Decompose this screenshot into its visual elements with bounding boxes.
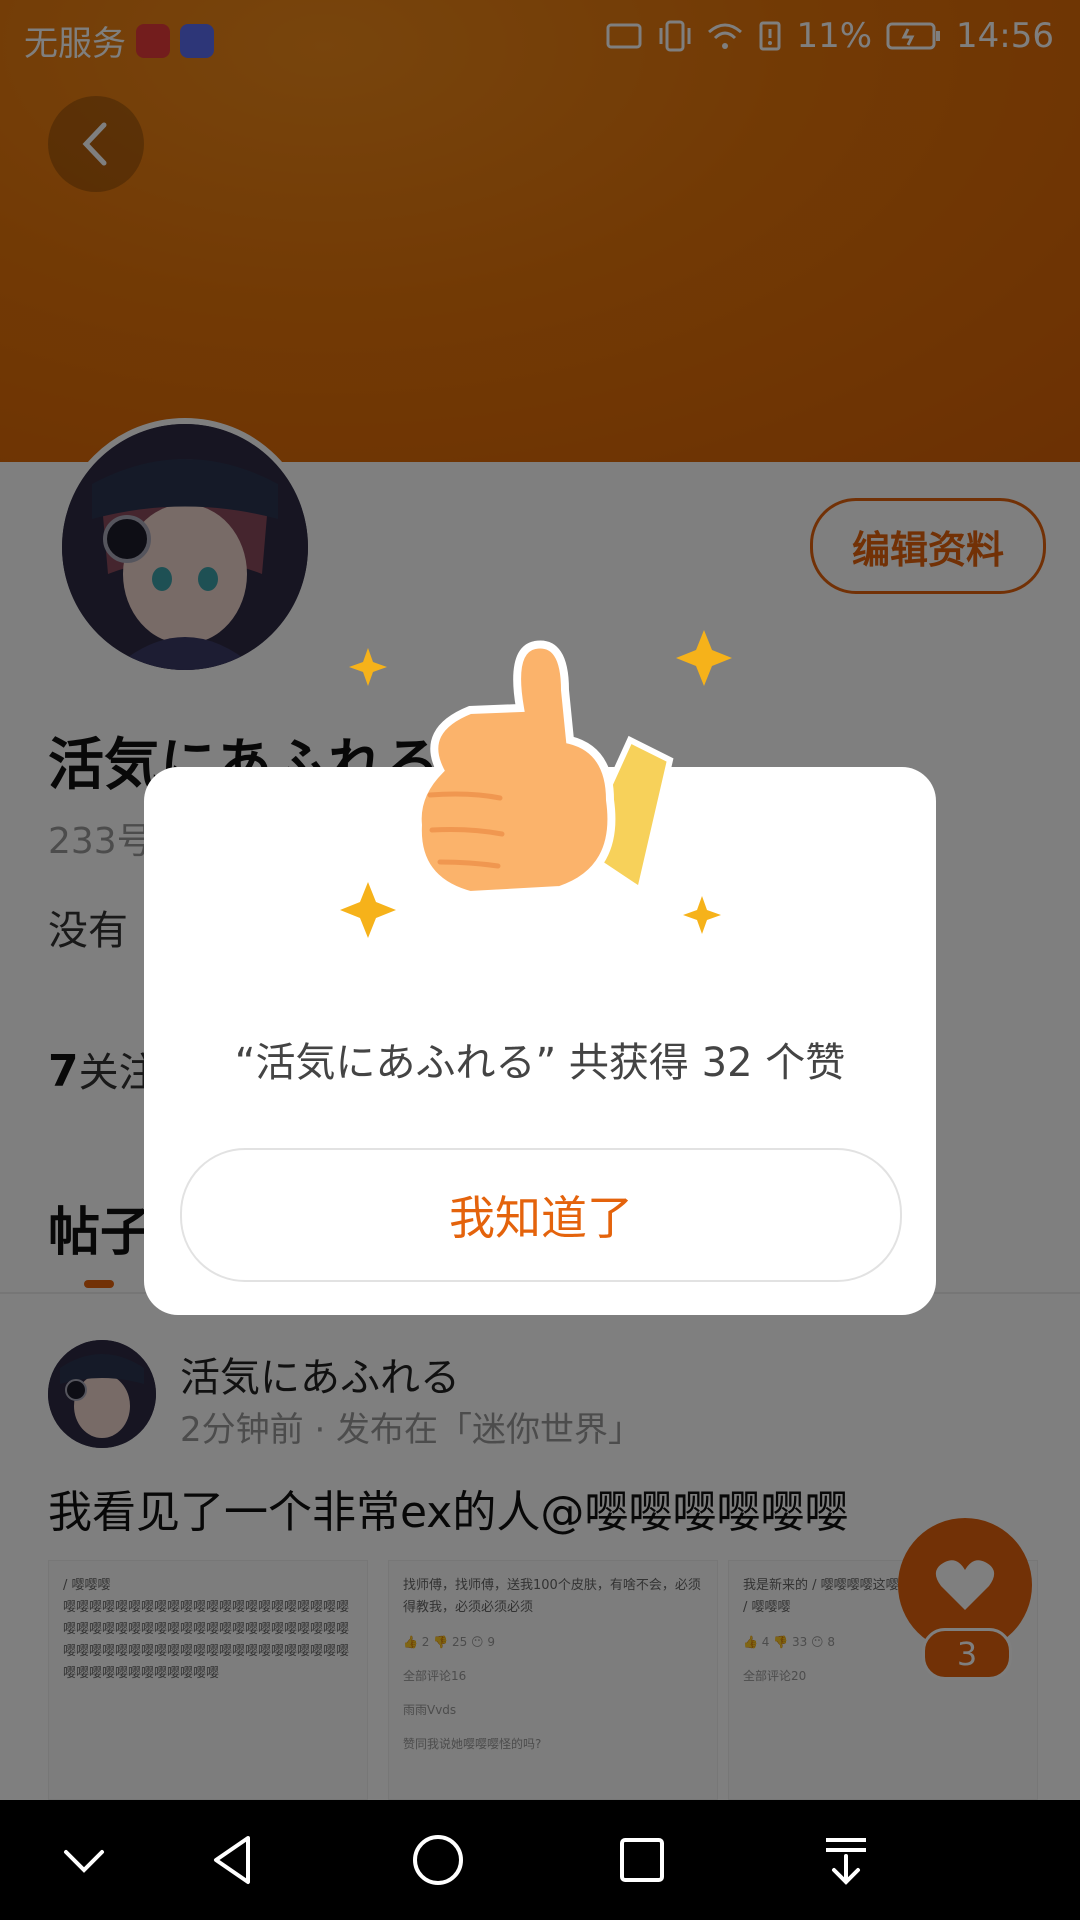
home-circle-icon[interactable] (408, 1830, 468, 1890)
back-triangle-icon[interactable] (204, 1830, 264, 1890)
system-nav-bar (0, 1800, 1080, 1920)
dialog-confirm-button[interactable]: 我知道了 (180, 1148, 902, 1282)
recents-square-icon[interactable] (612, 1830, 672, 1890)
dialog-message: “活気にあふれる” 共获得 32 个赞 (234, 1040, 846, 1086)
chevron-down-icon[interactable] (54, 1830, 114, 1890)
thumbs-up-illustration (340, 630, 732, 938)
notification-pull-icon[interactable] (816, 1830, 876, 1890)
